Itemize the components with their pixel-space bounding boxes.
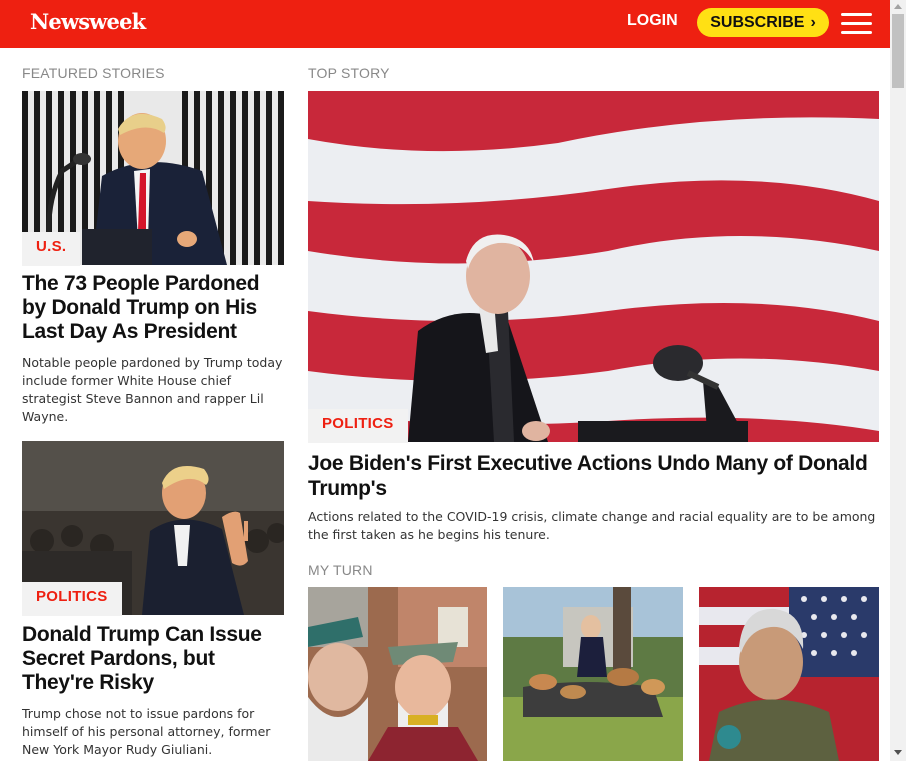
top-story-label: TOP STORY	[308, 65, 390, 81]
page-scrollbar[interactable]	[890, 0, 906, 761]
subscribe-button[interactable]: SUBSCRIBE ›	[697, 8, 829, 37]
featured-stories-label: FEATURED STORIES	[22, 65, 165, 81]
my-turn-label: MY TURN	[308, 562, 373, 578]
scroll-down-arrow-icon[interactable]	[894, 750, 902, 755]
subscribe-label: SUBSCRIBE	[710, 13, 805, 31]
login-link[interactable]: LOGIN	[627, 12, 678, 30]
scroll-up-arrow-icon[interactable]	[894, 4, 902, 9]
featured-headline-1[interactable]: The 73 People Pardoned by Donald Trump o…	[22, 272, 284, 344]
top-story-summary: Actions related to the COVID-19 crisis, …	[308, 509, 876, 542]
category-tag[interactable]: U.S.	[22, 232, 81, 266]
chevron-right-icon: ›	[810, 13, 816, 31]
woman-with-dogs-photo[interactable]	[503, 587, 683, 761]
featured-headline-2[interactable]: Donald Trump Can Issue Secret Pardons, b…	[22, 623, 284, 695]
featured-summary-1: Notable people pardoned by Trump today i…	[22, 355, 283, 424]
hamburger-menu-icon[interactable]	[841, 13, 872, 35]
category-tag[interactable]: POLITICS	[22, 582, 122, 616]
site-header: Newsweek LOGIN SUBSCRIBE ›	[0, 0, 890, 48]
man-flag-portrait-photo[interactable]	[699, 587, 879, 761]
newsweek-logo[interactable]: Newsweek	[30, 9, 146, 34]
laughing-men-photo[interactable]	[308, 587, 487, 761]
top-story-headline[interactable]: Joe Biden's First Executive Actions Undo…	[308, 451, 879, 501]
category-tag[interactable]: POLITICS	[308, 409, 408, 443]
scroll-thumb[interactable]	[892, 14, 904, 88]
featured-summary-2: Trump chose not to issue pardons for him…	[22, 706, 271, 757]
biden-flag-photo[interactable]	[308, 91, 879, 442]
